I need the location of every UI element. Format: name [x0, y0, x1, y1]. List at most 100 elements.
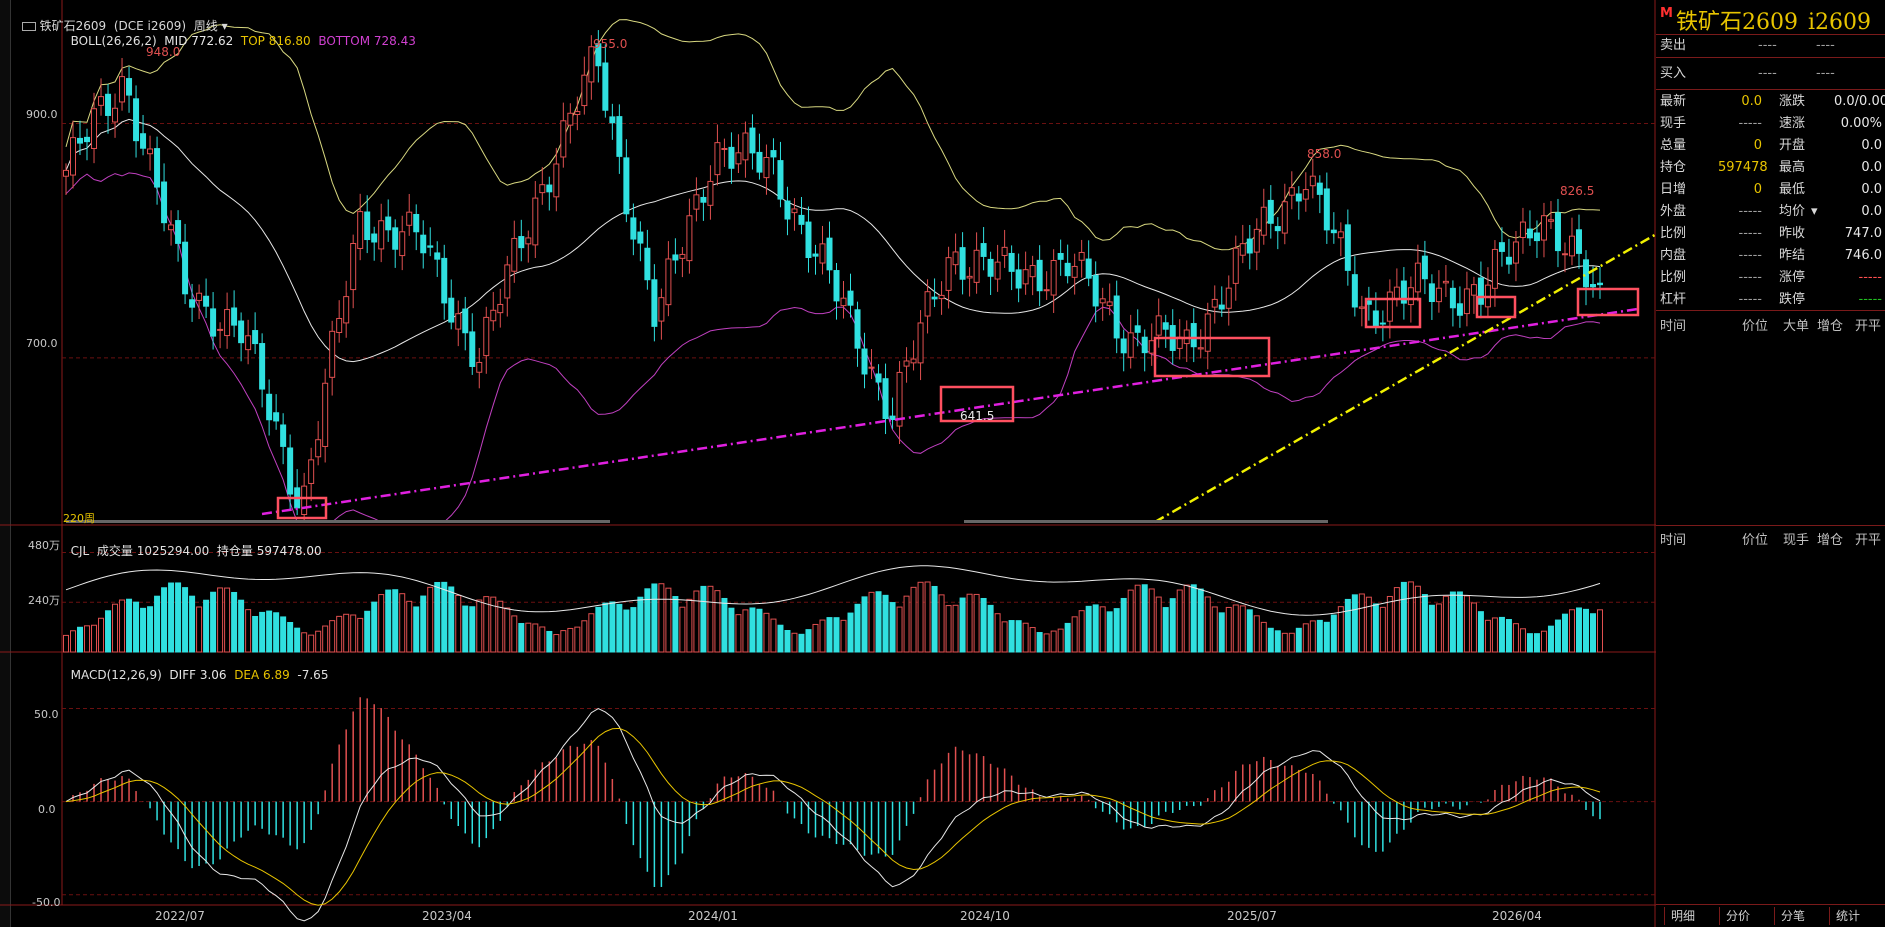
volume-bar	[1120, 597, 1127, 653]
volume-bar	[735, 614, 742, 653]
quote-row-label: 比例	[1660, 226, 1687, 241]
column-header[interactable]: 开平	[1855, 315, 1881, 334]
volume-bar	[1288, 632, 1295, 653]
volume-bar	[665, 587, 672, 653]
volume-bar	[1057, 628, 1064, 653]
candle-body	[539, 184, 546, 194]
volume-bar	[245, 609, 252, 653]
candle-body	[1281, 201, 1288, 234]
volume-bar	[1393, 587, 1400, 653]
volume-bar	[1085, 605, 1092, 653]
candle-body	[1498, 242, 1505, 252]
vol-axis-240: 240万	[28, 594, 60, 607]
column-header[interactable]: 增仓	[1817, 315, 1843, 334]
volume-bar	[301, 632, 308, 653]
volume-bar	[1442, 595, 1449, 653]
volume-bar	[651, 583, 658, 653]
candle-body	[1323, 188, 1330, 231]
volume-bar	[105, 610, 112, 653]
tab[interactable]: 统计	[1829, 907, 1866, 925]
quote-row-label: 最新	[1660, 94, 1687, 109]
volume-bar	[1239, 605, 1246, 653]
candle-body	[119, 76, 126, 103]
candle-body	[203, 295, 210, 307]
volume-bar	[714, 590, 721, 653]
rising-trendline	[1154, 233, 1656, 524]
volume-bar	[679, 606, 686, 653]
volume-bar	[1022, 622, 1029, 653]
column-header[interactable]: 价位	[1742, 529, 1768, 548]
volume-bar	[1358, 593, 1365, 653]
volume-bar	[672, 596, 679, 653]
tab[interactable]: 明细	[1664, 907, 1701, 925]
volume-bar	[1071, 616, 1078, 653]
volume-bar	[182, 587, 189, 653]
volume-bar	[1547, 625, 1554, 653]
candle-body	[483, 316, 490, 357]
candle-body	[1540, 215, 1547, 241]
volume-bar	[826, 617, 833, 653]
volume-bar	[1092, 604, 1099, 653]
column-header[interactable]: 现手	[1783, 529, 1809, 548]
column-header[interactable]: 时间	[1660, 529, 1686, 548]
volume-bar	[1568, 609, 1575, 653]
volume-bar	[259, 611, 266, 653]
candle-body	[1456, 303, 1463, 316]
volume-bar	[546, 630, 553, 653]
candle-body	[350, 242, 357, 291]
macd-value: -7.65	[297, 668, 329, 682]
volume-bar	[308, 634, 315, 653]
candle-body	[826, 237, 833, 271]
volume-bar	[1456, 591, 1463, 653]
volume-bar	[1344, 598, 1351, 653]
volume-bar	[1505, 619, 1512, 653]
candle-body	[1302, 189, 1309, 200]
buy-volume: ----	[1816, 66, 1835, 81]
column-header[interactable]: 增仓	[1817, 529, 1843, 548]
candle-body	[385, 216, 392, 231]
quote-row-label: 昨结	[1779, 248, 1806, 263]
volume-bar	[637, 596, 644, 653]
date-label: 2022/07	[155, 909, 205, 923]
volume-bar	[686, 598, 693, 653]
volume-bar	[1323, 621, 1330, 653]
chevron-down-icon[interactable]: ▾	[1811, 202, 1818, 222]
volume-bar	[581, 620, 588, 653]
volume-bar	[413, 606, 420, 653]
volume-bar	[749, 607, 756, 653]
candle-body	[1204, 313, 1211, 352]
volume-bar	[1561, 613, 1568, 653]
date-label: 2026/04	[1492, 909, 1542, 923]
boll-top: TOP 816.80	[240, 34, 311, 48]
column-header[interactable]: 开平	[1855, 529, 1881, 548]
candle-body	[1386, 291, 1393, 322]
volume-bar	[168, 582, 175, 653]
quote-name: 铁矿石2609	[1676, 10, 1798, 35]
volume-bar	[1036, 632, 1043, 653]
candle-body	[1393, 286, 1400, 300]
macd-axis-0: 0.0	[38, 803, 56, 816]
column-header[interactable]: 价位	[1742, 315, 1768, 334]
sell-label: 卖出	[1660, 38, 1687, 53]
volume-bar	[770, 618, 777, 653]
candle-body	[1407, 287, 1414, 306]
candle-body	[1043, 289, 1050, 292]
column-header[interactable]: 大单	[1783, 315, 1809, 334]
candle-body	[1092, 275, 1099, 307]
volume-bar	[434, 581, 441, 653]
volume-bar	[952, 604, 959, 653]
tab[interactable]: 分笔	[1774, 907, 1811, 925]
candle-body	[336, 318, 343, 333]
volume-bar	[175, 582, 182, 653]
volume-bar	[294, 627, 301, 653]
volume-bar	[987, 604, 994, 653]
volume-bar	[1246, 609, 1253, 653]
volume-bar	[854, 603, 861, 653]
volume-bar	[336, 615, 343, 653]
tab[interactable]: 分价	[1719, 907, 1756, 925]
column-header[interactable]: 时间	[1660, 315, 1686, 334]
volume-bar	[833, 617, 840, 653]
candle-body	[343, 296, 350, 324]
candle-body	[1547, 219, 1554, 222]
volume-bar	[525, 622, 532, 653]
